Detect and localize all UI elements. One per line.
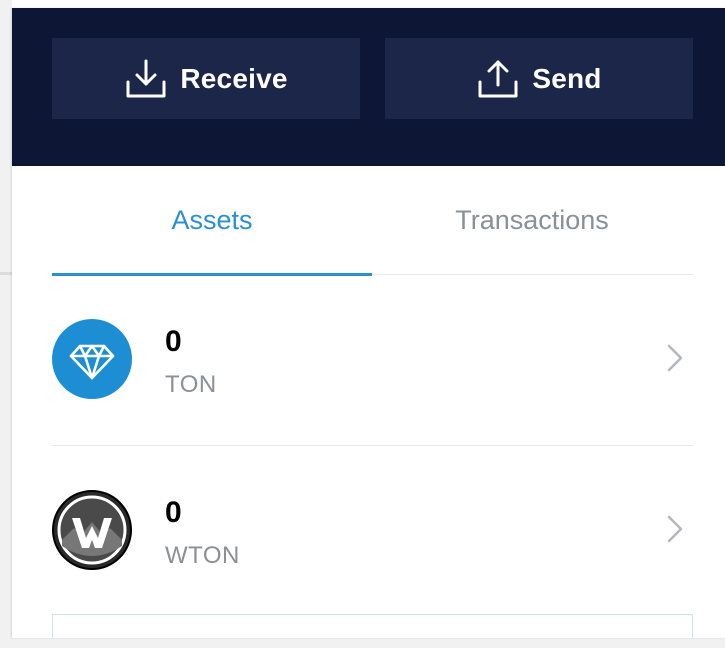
asset-row-ton[interactable]: 0 TON bbox=[52, 275, 693, 446]
wton-logo-icon bbox=[52, 490, 132, 570]
asset-amount: 0 bbox=[165, 325, 182, 358]
window-top-edge bbox=[0, 0, 725, 8]
download-icon bbox=[124, 58, 168, 100]
wallet-tabs: Assets Transactions bbox=[52, 166, 693, 276]
tab-transactions[interactable]: Transactions bbox=[372, 166, 692, 274]
background-left-edge bbox=[0, 0, 12, 648]
send-button[interactable]: Send bbox=[385, 38, 693, 119]
send-button-label: Send bbox=[532, 62, 602, 94]
receive-button-label: Receive bbox=[180, 62, 288, 94]
ton-diamond-icon bbox=[52, 319, 132, 399]
background-bottom-edge bbox=[0, 638, 725, 648]
chevron-right-icon bbox=[665, 514, 685, 549]
receive-button[interactable]: Receive bbox=[52, 38, 360, 119]
asset-symbol: WTON bbox=[165, 542, 240, 569]
asset-row-wton[interactable]: 0 WTON bbox=[52, 446, 693, 616]
asset-symbol: TON bbox=[165, 371, 217, 398]
wallet-panel: Receive Send Assets Transactions 0 TON 0… bbox=[12, 8, 725, 638]
asset-amount: 0 bbox=[165, 496, 182, 529]
partial-card-below bbox=[52, 614, 693, 638]
tab-assets-label: Assets bbox=[171, 204, 253, 235]
wallet-header: Receive Send bbox=[12, 8, 725, 166]
tab-assets[interactable]: Assets bbox=[52, 166, 372, 274]
upload-icon bbox=[476, 58, 520, 100]
tab-transactions-label: Transactions bbox=[455, 204, 609, 235]
chevron-right-icon bbox=[665, 343, 685, 378]
